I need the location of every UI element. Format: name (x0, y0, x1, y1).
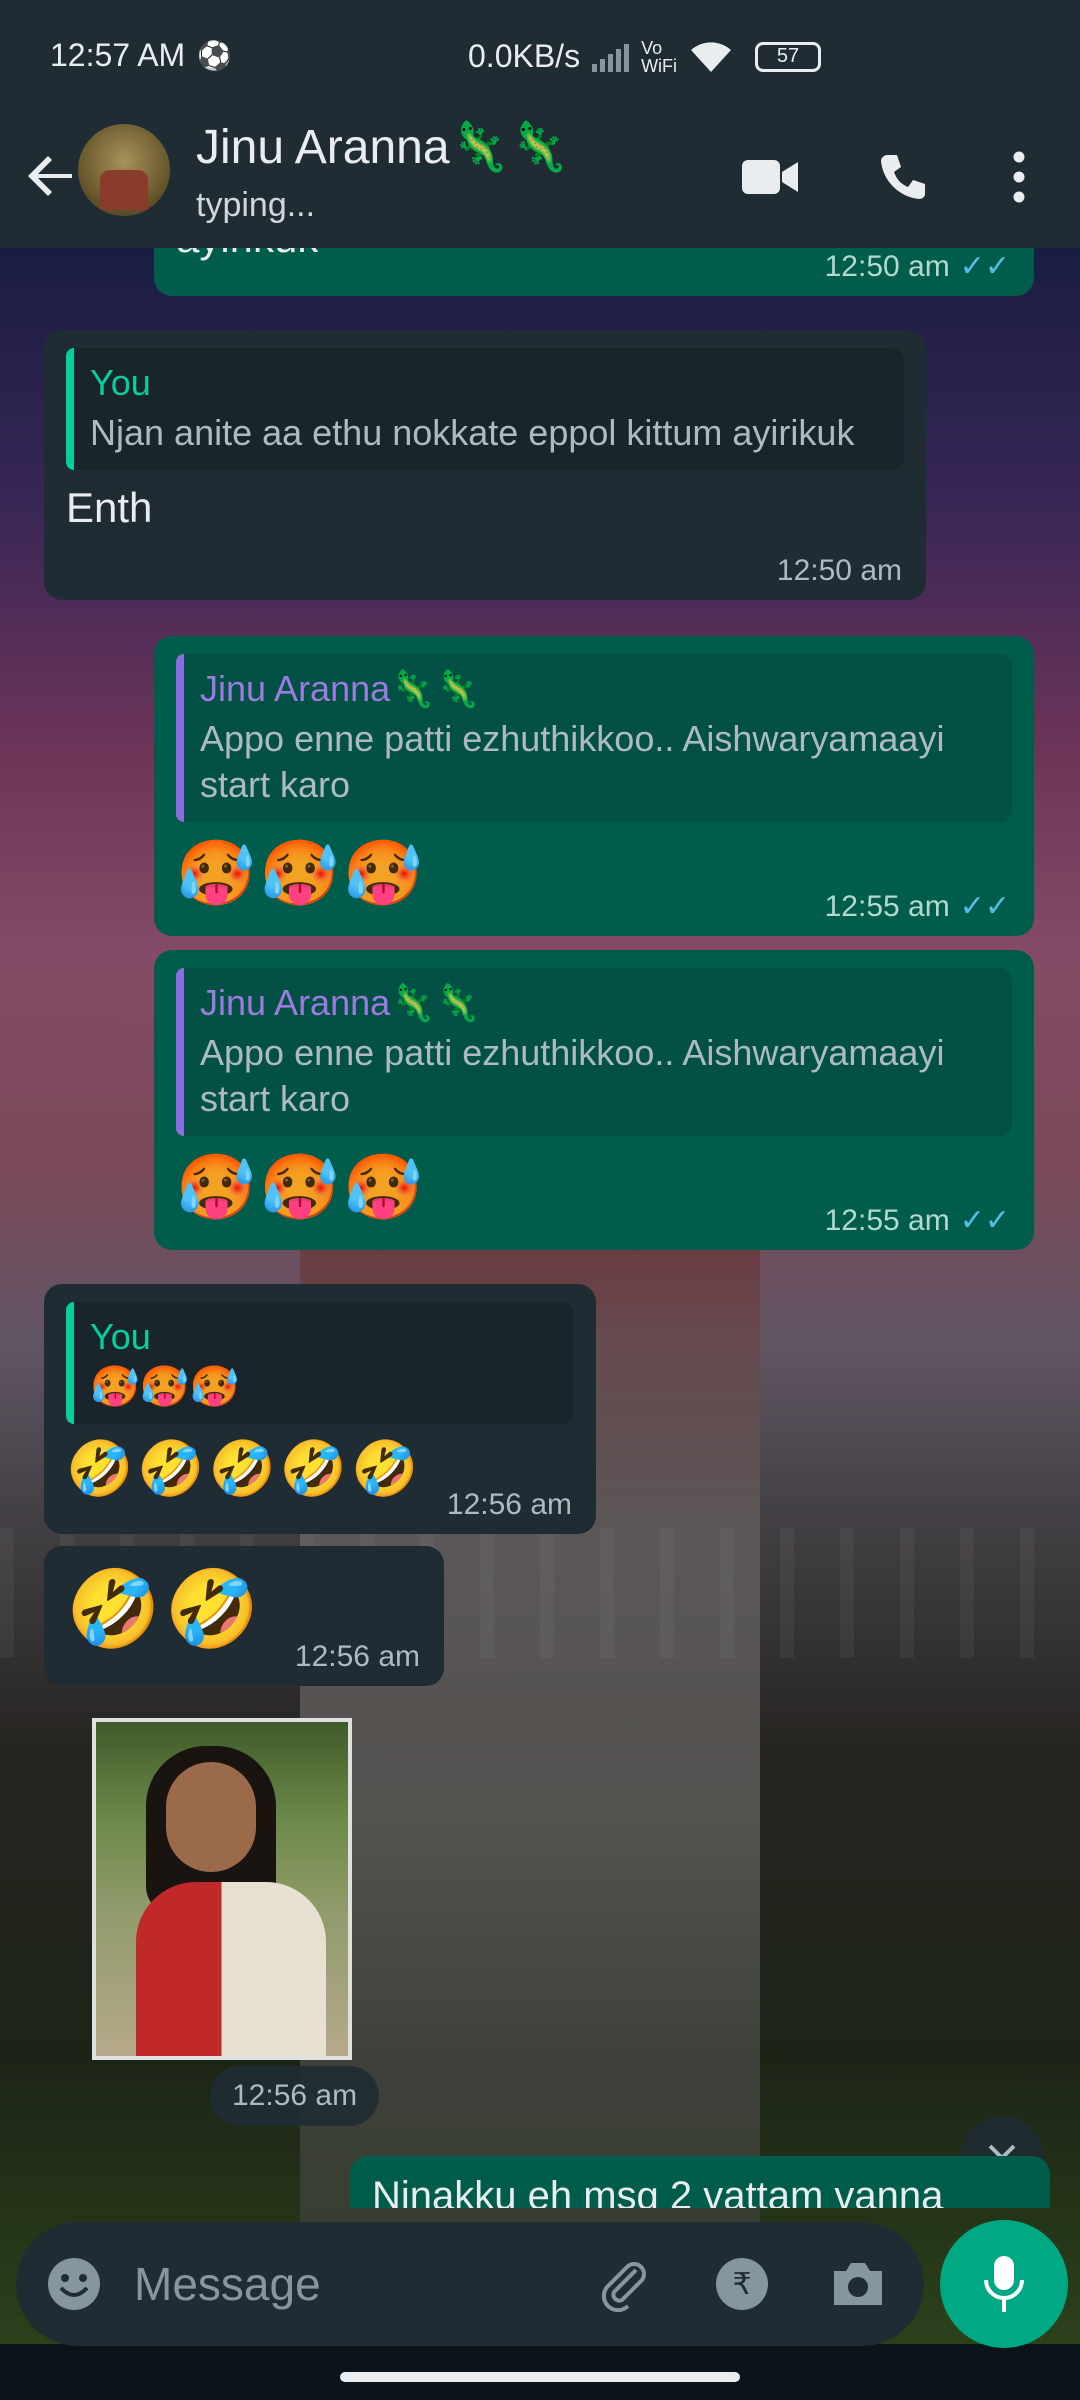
message-meta: 12:55 am ✓✓ (825, 1203, 1010, 1238)
battery-icon: 57 (755, 41, 822, 72)
vowifi-icon: Vo WiFi (641, 39, 677, 75)
read-ticks-icon: ✓✓ (959, 890, 1010, 923)
attach-button[interactable] (590, 2250, 658, 2318)
message-time: 12:50 am (776, 554, 902, 587)
read-ticks-icon: ✓✓ (959, 250, 1010, 283)
status-bar: 12:57 AM ⚽ 0.0KB/s Vo WiFi 57 (0, 0, 1080, 110)
camera-icon (834, 2263, 882, 2305)
quote-author: You (90, 1316, 151, 1357)
video-call-button[interactable] (735, 142, 805, 212)
message-time: 12:55 am (824, 889, 950, 923)
message-bubble-incoming[interactable]: You Njan anite aa ethu nokkate eppol kit… (44, 330, 926, 600)
message-meta: 12:55 am ✓✓ (825, 889, 1010, 924)
quote-author: Jinu Aranna🦎🦎 (200, 982, 480, 1023)
more-vert-icon (1013, 151, 1025, 203)
net-speed: 0.0KB/s (468, 38, 581, 74)
quote-text: Appo enne patti ezhuthikkoo.. Aishwaryam… (200, 718, 945, 805)
emoji-icon (48, 2258, 100, 2310)
message-time: 12:55 am (824, 1203, 950, 1237)
system-nav-bar (0, 2358, 1080, 2400)
contact-name[interactable]: Jinu Aranna🦎🦎 (196, 118, 569, 175)
photo-body (136, 1882, 326, 2056)
message-bubble-outgoing[interactable]: Jinu Aranna🦎🦎 Appo enne patti ezhuthikko… (154, 950, 1034, 1250)
image-message[interactable] (92, 1718, 352, 2060)
quote-text: 🥵🥵🥵 (90, 1365, 240, 1409)
message-bubble-incoming[interactable]: You 🥵🥵🥵 🤣🤣🤣🤣🤣 12:56 am (44, 1284, 596, 1534)
read-ticks-icon: ✓✓ (959, 1204, 1010, 1237)
message-meta: 12:50 am ✓✓ (825, 249, 1010, 284)
message-bubble-outgoing[interactable]: ayirikuk 12:50 am ✓✓ (154, 248, 1034, 296)
status-time: 12:57 AM (50, 36, 186, 73)
message-meta: 12:56 am (447, 1488, 572, 1522)
message-time: 12:56 am (446, 1488, 572, 1521)
vowifi-line2: WiFi (641, 55, 678, 76)
quote-author: Jinu Aranna🦎🦎 (200, 668, 480, 709)
photo-face (166, 1762, 256, 1872)
back-arrow-icon (28, 156, 72, 196)
message-composer[interactable]: Message ₹ (16, 2222, 924, 2346)
message-list[interactable]: ayirikuk 12:50 am ✓✓ You Njan anite aa e… (0, 248, 1080, 2208)
paperclip-icon (601, 2262, 646, 2312)
voice-call-button[interactable] (868, 142, 938, 212)
status-time-group: 12:57 AM ⚽ (50, 37, 232, 74)
home-gesture-pill[interactable] (340, 2372, 740, 2382)
quoted-message[interactable]: You 🥵🥵🥵 (66, 1302, 574, 1424)
vowifi-line1: Vo (641, 37, 663, 58)
signal-icon (592, 42, 630, 72)
message-bubble-outgoing[interactable]: Ninakku eh msg 2 vattam vanna (350, 2156, 1050, 2208)
message-time: 12:50 am (824, 249, 950, 283)
contact-status: typing... (196, 186, 316, 224)
quote-author: You (90, 362, 151, 403)
more-options-button[interactable] (984, 142, 1054, 212)
mic-icon (984, 2256, 1024, 2312)
quoted-message[interactable]: You Njan anite aa ethu nokkate eppol kit… (66, 348, 904, 470)
svg-text:₹: ₹ (732, 2267, 751, 2302)
quoted-message[interactable]: Jinu Aranna🦎🦎 Appo enne patti ezhuthikko… (176, 654, 1012, 822)
video-call-icon (742, 160, 798, 194)
wifi-icon (691, 41, 732, 72)
message-bubble-incoming[interactable]: 🤣🤣 12:56 am (44, 1546, 444, 1686)
quoted-message[interactable]: Jinu Aranna🦎🦎 Appo enne patti ezhuthikko… (176, 968, 1012, 1136)
message-input[interactable]: Message (134, 2257, 321, 2311)
message-text: Enth (66, 484, 153, 531)
football-icon: ⚽ (197, 39, 233, 71)
emoji-button[interactable] (40, 2250, 108, 2318)
message-meta: 12:56 am (295, 1640, 420, 1674)
rupee-icon: ₹ (716, 2258, 768, 2310)
contact-avatar[interactable] (78, 124, 170, 216)
quote-text: Njan anite aa ethu nokkate eppol kittum … (90, 412, 855, 453)
image-message-time: 12:56 am (210, 2066, 380, 2126)
chat-header: Jinu Aranna🦎🦎 typing... (0, 110, 1080, 248)
message-text: Ninakku eh msg 2 vattam vanna (372, 2174, 944, 2208)
message-time: 12:56 am (294, 1640, 420, 1673)
phone-icon (881, 155, 925, 199)
payment-button[interactable]: ₹ (708, 2250, 776, 2318)
message-bubble-outgoing[interactable]: Jinu Aranna🦎🦎 Appo enne patti ezhuthikko… (154, 636, 1034, 936)
status-right-group: 0.0KB/s Vo WiFi 57 (468, 38, 822, 75)
quote-text: Appo enne patti ezhuthikkoo.. Aishwaryam… (200, 1032, 945, 1119)
message-meta: 12:50 am (777, 554, 902, 588)
camera-button[interactable] (824, 2250, 892, 2318)
voice-message-button[interactable] (940, 2220, 1068, 2348)
back-button[interactable] (20, 144, 84, 208)
